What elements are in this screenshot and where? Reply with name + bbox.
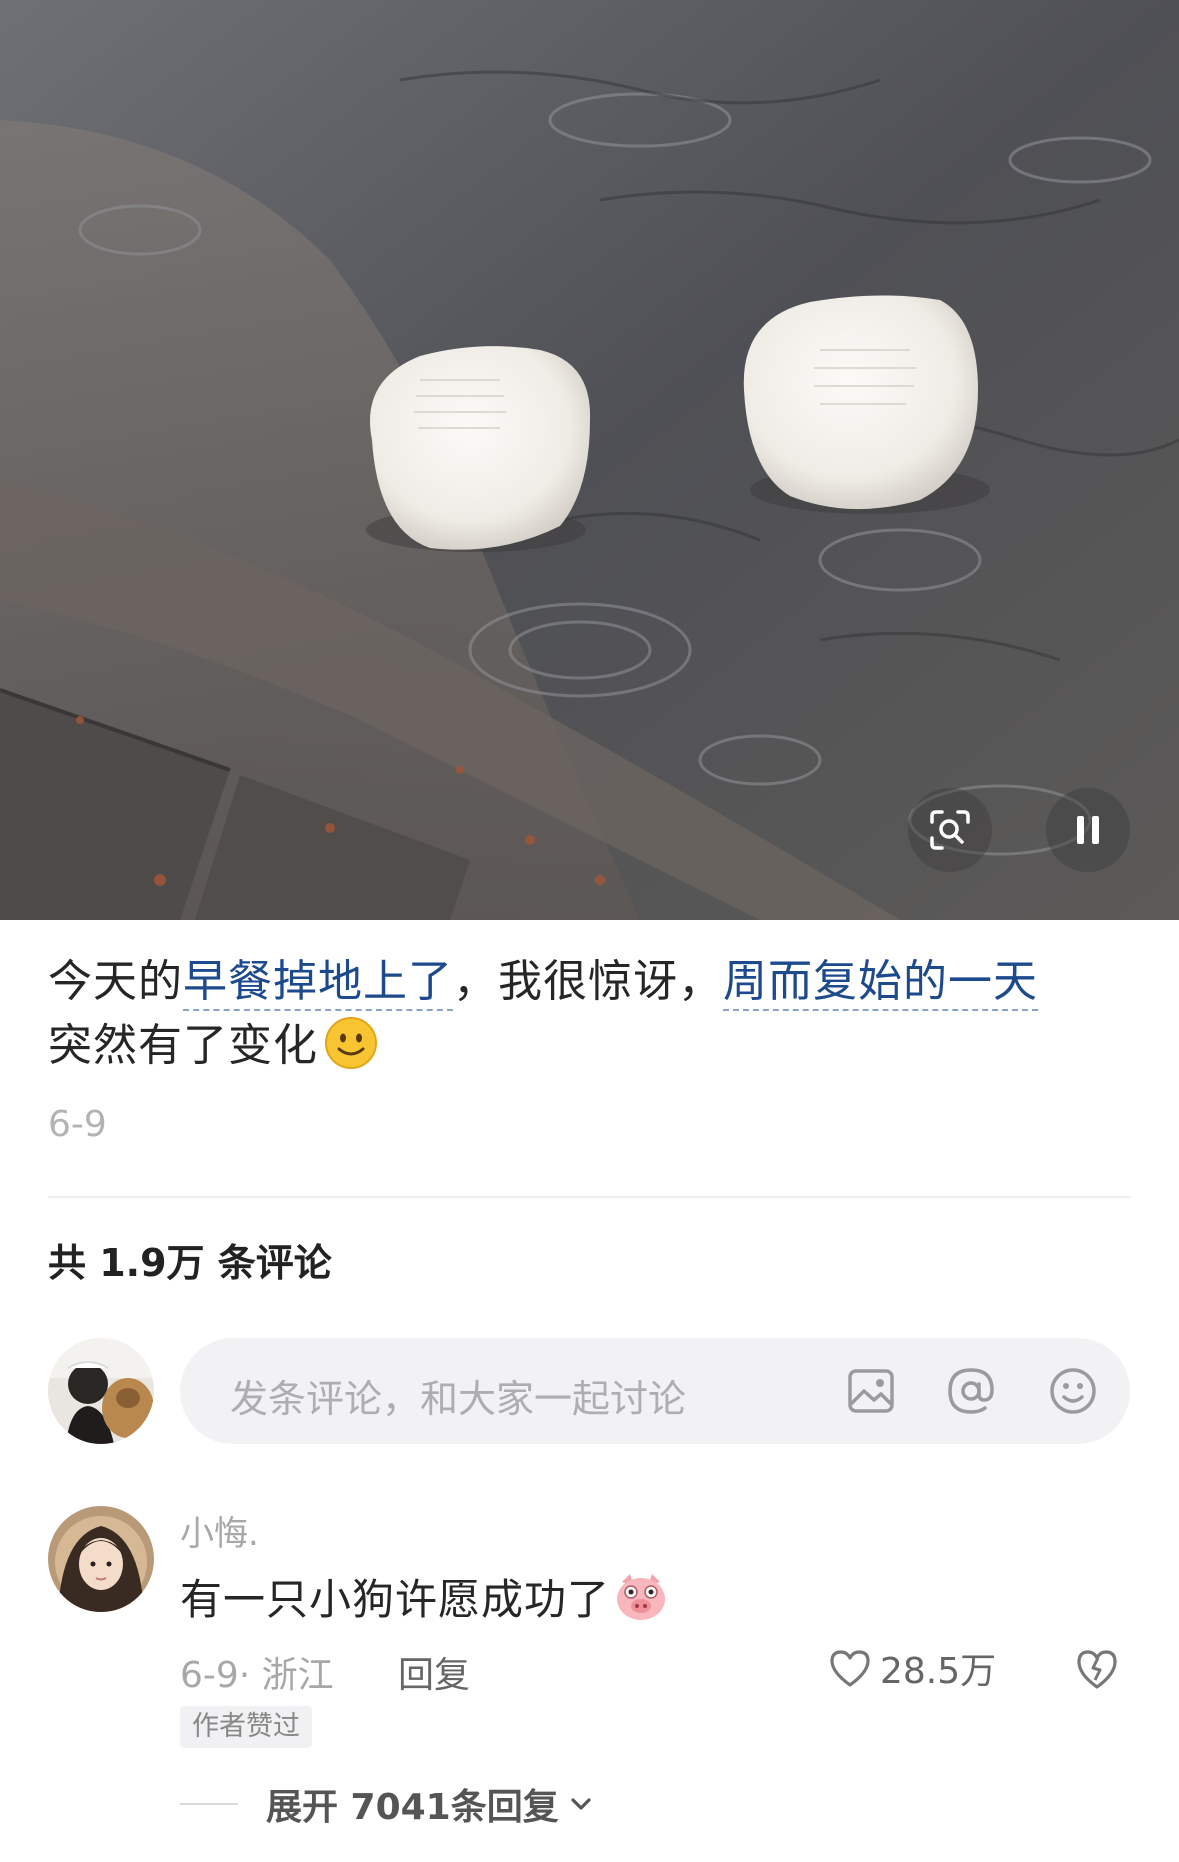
reply-button[interactable]: 回复 [398, 1646, 470, 1698]
divider [48, 1196, 1131, 1198]
smile-emoji-icon [325, 1017, 377, 1069]
author-liked-badge: 作者赞过 [180, 1706, 312, 1748]
pig-face-emoji-icon [617, 1574, 666, 1620]
expand-replies-button[interactable]: 展开 7041条回复 [180, 1778, 595, 1830]
comment-username[interactable]: 小悔. [180, 1506, 259, 1555]
avatar-image [48, 1338, 154, 1444]
emoji-icon[interactable] [1044, 1362, 1102, 1420]
heart-icon [830, 1650, 870, 1687]
like-count: 28.5万 [880, 1651, 997, 1692]
expand-replies-label: 展开 7041条回复 [266, 1787, 559, 1828]
comment-count: 共 1.9万 条评论 [48, 1241, 332, 1285]
at-icon[interactable] [942, 1362, 1000, 1420]
broken-heart-icon[interactable] [1074, 1646, 1120, 1692]
my-avatar[interactable] [48, 1338, 154, 1444]
caption-text: 今天的 [48, 956, 183, 1007]
post-video[interactable] [0, 0, 1179, 920]
comment-date-location: 6-9· 浙江 [180, 1655, 334, 1696]
comment-input-placeholder: 发条评论，和大家一起讨论 [230, 1377, 687, 1421]
avatar-image [48, 1506, 154, 1612]
lens-search-icon [930, 810, 970, 850]
post-date: 6-9 [48, 1104, 107, 1145]
topic-link-day[interactable]: 周而复始的一天 [723, 956, 1038, 1011]
lens-search-button[interactable] [908, 788, 992, 872]
pause-button[interactable] [1046, 788, 1130, 872]
video-frame [0, 0, 1179, 920]
chevron-down-icon [571, 1798, 591, 1810]
comment-text: 有一只小狗许愿成功了 [180, 1566, 668, 1627]
caption-text: 突然有了变化 [48, 1020, 318, 1071]
caption-text: ，我很惊讶， [453, 956, 723, 1007]
divider [180, 1803, 238, 1805]
image-icon[interactable] [842, 1362, 900, 1420]
comment-input[interactable]: 发条评论，和大家一起讨论 [180, 1338, 1130, 1444]
comment-body: 有一只小狗许愿成功了 [180, 1575, 611, 1624]
pause-icon [1077, 816, 1099, 844]
like-button[interactable]: 28.5万 [828, 1642, 996, 1694]
topic-link-breakfast[interactable]: 早餐掉地上了 [183, 956, 453, 1011]
post-caption: 今天的早餐掉地上了，我很惊讶，周而复始的一天 突然有了变化 [48, 950, 1138, 1078]
commenter-avatar[interactable] [48, 1506, 154, 1612]
